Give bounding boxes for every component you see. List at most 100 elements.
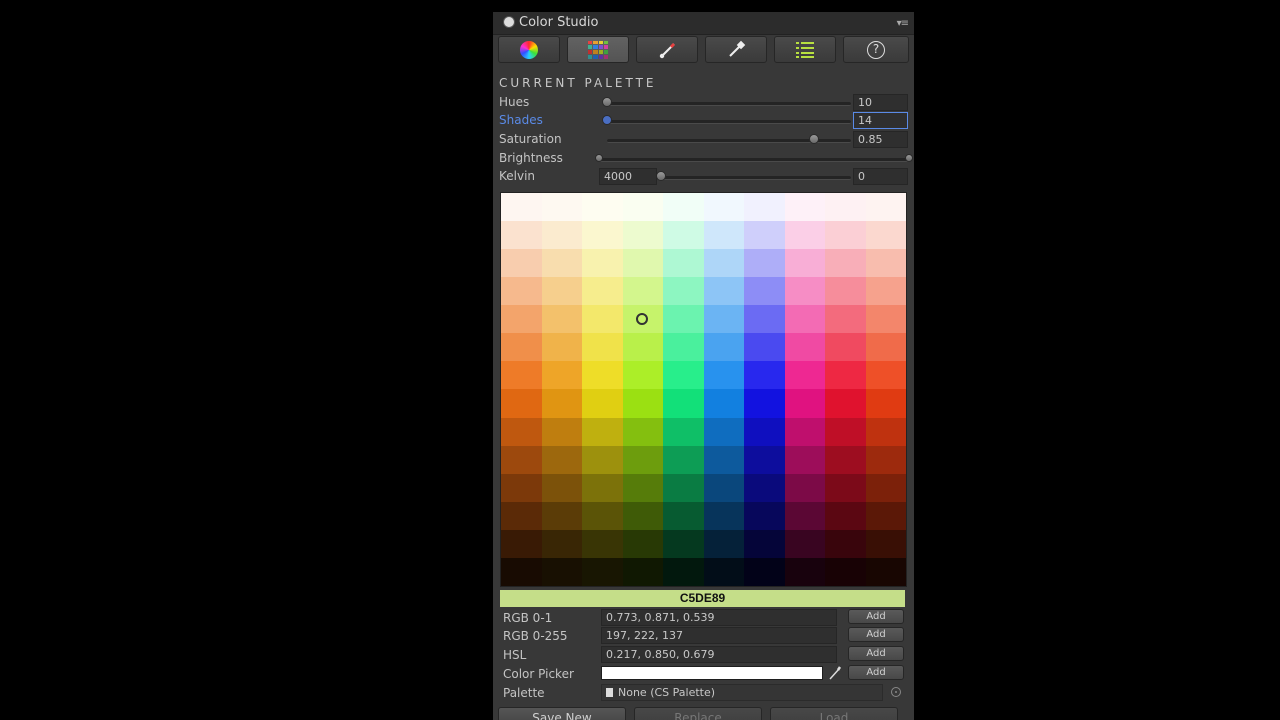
palette-swatch[interactable] xyxy=(582,557,623,586)
palette-swatch[interactable] xyxy=(784,389,825,418)
palette-swatch[interactable] xyxy=(865,361,906,390)
palette-swatch[interactable] xyxy=(703,529,744,558)
palette-swatch[interactable] xyxy=(622,333,663,362)
kelvin-slider-track[interactable] xyxy=(661,176,851,180)
palette-swatch[interactable] xyxy=(582,389,623,418)
palette-swatch[interactable] xyxy=(703,221,744,250)
hues-slider-track[interactable] xyxy=(607,102,851,106)
palette-swatch[interactable] xyxy=(501,333,542,362)
palette-swatch[interactable] xyxy=(825,389,866,418)
palette-swatch[interactable] xyxy=(501,501,542,530)
palette-swatch[interactable] xyxy=(501,473,542,502)
brush-tab[interactable] xyxy=(636,36,698,63)
palette-swatch[interactable] xyxy=(825,361,866,390)
palette-swatch[interactable] xyxy=(784,417,825,446)
palette-swatch[interactable] xyxy=(663,249,704,278)
palette-swatch[interactable] xyxy=(865,389,906,418)
color-picker-add-button[interactable]: Add xyxy=(848,665,904,680)
palette-swatch[interactable] xyxy=(703,193,744,222)
palette-swatch[interactable] xyxy=(541,501,582,530)
palette-swatch[interactable] xyxy=(744,277,785,306)
palette-swatch[interactable] xyxy=(865,249,906,278)
palette-swatch[interactable] xyxy=(784,305,825,334)
color-picker-field[interactable] xyxy=(601,666,823,680)
palette-swatch[interactable] xyxy=(622,473,663,502)
palette-swatch[interactable] xyxy=(582,193,623,222)
eyedropper-tab[interactable] xyxy=(705,36,767,63)
shades-field[interactable]: 14 xyxy=(853,112,908,129)
palette-swatch[interactable] xyxy=(501,249,542,278)
palette-swatch[interactable] xyxy=(865,417,906,446)
palette-swatch[interactable] xyxy=(541,277,582,306)
palette-swatch[interactable] xyxy=(663,417,704,446)
palette-swatch[interactable] xyxy=(744,529,785,558)
palette-swatch[interactable] xyxy=(784,333,825,362)
palette-swatch[interactable] xyxy=(541,361,582,390)
palette-swatch[interactable] xyxy=(541,305,582,334)
palette-swatch[interactable] xyxy=(582,221,623,250)
palette-swatch[interactable] xyxy=(825,473,866,502)
palette-swatch[interactable] xyxy=(622,249,663,278)
palette-swatch[interactable] xyxy=(825,501,866,530)
palette-object-field[interactable]: None (CS Palette) xyxy=(601,684,883,701)
palette-swatch[interactable] xyxy=(784,501,825,530)
palette-swatch[interactable] xyxy=(703,501,744,530)
palette-swatch[interactable] xyxy=(582,501,623,530)
palette-swatch[interactable] xyxy=(541,221,582,250)
palette-swatch[interactable] xyxy=(865,445,906,474)
palette-swatch[interactable] xyxy=(703,417,744,446)
palette-swatch[interactable] xyxy=(582,249,623,278)
palette-swatch[interactable] xyxy=(663,557,704,586)
palette-swatch[interactable] xyxy=(703,277,744,306)
palette-swatch[interactable] xyxy=(744,221,785,250)
kelvin-min-field[interactable]: 4000 xyxy=(599,168,657,185)
palette-swatch[interactable] xyxy=(784,529,825,558)
list-tab[interactable] xyxy=(774,36,836,63)
palette-swatch[interactable] xyxy=(744,557,785,586)
palette-swatch[interactable] xyxy=(703,557,744,586)
palette-swatch[interactable] xyxy=(541,333,582,362)
palette-swatch[interactable] xyxy=(541,193,582,222)
palette-swatch[interactable] xyxy=(622,277,663,306)
rgb255-field[interactable]: 197, 222, 137 xyxy=(601,627,837,644)
palette-swatch[interactable] xyxy=(501,221,542,250)
palette-swatch[interactable] xyxy=(501,277,542,306)
kelvin-field[interactable]: 0 xyxy=(853,168,908,185)
palette-swatch[interactable] xyxy=(663,305,704,334)
palette-swatch[interactable] xyxy=(541,529,582,558)
palette-swatch[interactable] xyxy=(663,221,704,250)
palette-swatch[interactable] xyxy=(784,193,825,222)
palette-swatch[interactable] xyxy=(541,417,582,446)
palette-swatch[interactable] xyxy=(663,529,704,558)
palette-swatch[interactable] xyxy=(501,417,542,446)
palette-swatch[interactable] xyxy=(582,417,623,446)
shades-slider-track[interactable] xyxy=(607,120,851,124)
palette-swatch[interactable] xyxy=(744,501,785,530)
object-picker-icon[interactable] xyxy=(891,687,901,697)
palette-swatch[interactable] xyxy=(703,305,744,334)
hsl-add-button[interactable]: Add xyxy=(848,646,904,661)
palette-swatch[interactable] xyxy=(703,361,744,390)
palette-swatch[interactable] xyxy=(784,361,825,390)
palette-swatch[interactable] xyxy=(541,389,582,418)
palette-swatch[interactable] xyxy=(501,361,542,390)
palette-swatch[interactable] xyxy=(501,389,542,418)
palette-swatch[interactable] xyxy=(744,473,785,502)
palette-swatch[interactable] xyxy=(622,389,663,418)
palette-swatch[interactable] xyxy=(825,529,866,558)
shades-slider-thumb[interactable] xyxy=(602,115,612,125)
palette-swatch[interactable] xyxy=(582,473,623,502)
replace-button[interactable]: Replace xyxy=(634,707,762,720)
palette-swatch[interactable] xyxy=(784,557,825,586)
palette-swatch[interactable] xyxy=(663,361,704,390)
palette-swatch[interactable] xyxy=(501,557,542,586)
palette-swatch[interactable] xyxy=(622,221,663,250)
palette-swatch[interactable] xyxy=(501,529,542,558)
palette-swatch[interactable] xyxy=(825,333,866,362)
palette-swatch[interactable] xyxy=(784,277,825,306)
palette-swatch[interactable] xyxy=(582,361,623,390)
palette-swatch[interactable] xyxy=(622,529,663,558)
palette-swatch[interactable] xyxy=(582,305,623,334)
palette-swatch[interactable] xyxy=(784,445,825,474)
palette-grid-tab[interactable] xyxy=(567,36,629,63)
